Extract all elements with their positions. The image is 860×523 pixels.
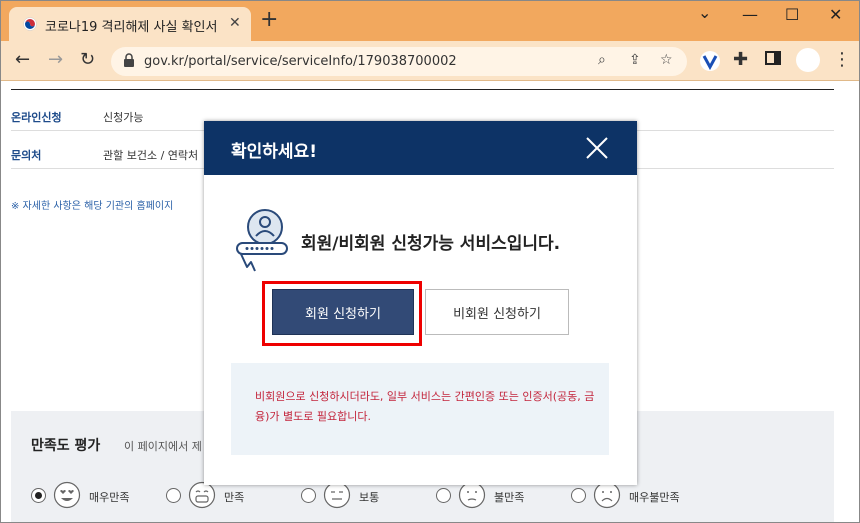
reload-icon[interactable]: ↻ <box>80 49 95 70</box>
info-box: 비회원으로 신청하시더라도, 일부 서비스는 간편인증 또는 인증서(공동, 금… <box>231 363 609 455</box>
bookmark-star-icon[interactable]: ☆ <box>660 52 673 68</box>
tab-close-icon[interactable]: ✕ <box>229 15 241 31</box>
lock-icon <box>124 53 134 67</box>
vpn-extension-icon[interactable] <box>699 50 721 72</box>
unhappy-face-icon <box>458 481 486 509</box>
table-top-border <box>11 89 834 90</box>
rating-label: 만족 <box>224 491 245 504</box>
close-icon[interactable] <box>585 136 609 160</box>
rating-label: 매우불만족 <box>629 491 680 504</box>
tab-strip: 코로나19 격리해제 사실 확인서 ✕ + ⌄ — ☐ ✕ <box>1 1 859 41</box>
zoom-icon[interactable]: ⌕ <box>598 52 606 68</box>
modal-header: 확인하세요! <box>204 121 637 175</box>
rating-label: 보통 <box>359 491 380 504</box>
browser-tab[interactable]: 코로나19 격리해제 사실 확인서 ✕ <box>9 7 251 41</box>
menu-kebab-icon[interactable]: ⋮ <box>833 49 851 70</box>
radio-button[interactable] <box>436 488 451 503</box>
radio-button[interactable] <box>301 488 316 503</box>
user-login-icon <box>236 209 288 272</box>
row-key: 문의처 <box>11 149 42 162</box>
row-value: 관할 보건소 / 연락처 <box>103 149 199 162</box>
new-tab-icon[interactable]: + <box>260 9 278 31</box>
member-apply-button[interactable]: 회원 신청하기 <box>272 289 414 335</box>
chevron-down-icon[interactable]: ⌄ <box>698 3 711 22</box>
forward-icon[interactable]: → <box>48 49 63 70</box>
row-key: 온라인신청 <box>11 111 62 124</box>
maximize-icon[interactable]: ☐ <box>785 5 799 24</box>
side-panel-icon[interactable] <box>765 50 781 66</box>
notice-text: ※ 자세한 사항은 해당 기관의 홈페이지 <box>11 201 174 212</box>
tab-title: 코로나19 격리해제 사실 확인서 <box>45 20 218 35</box>
info-text: 비회원으로 신청하시더라도, 일부 서비스는 간편인증 또는 인증서(공동, 금… <box>255 390 595 423</box>
browser-toolbar: ← → ↻ gov.kr/portal/service/serviceInfo/… <box>1 41 859 81</box>
back-icon[interactable]: ← <box>15 49 30 70</box>
satisfaction-title: 만족도 평가 <box>31 438 101 454</box>
rating-label: 매우만족 <box>89 491 130 504</box>
radio-button[interactable] <box>31 488 46 503</box>
row-value: 신청가능 <box>103 111 144 124</box>
address-bar[interactable]: gov.kr/portal/service/serviceInfo/179038… <box>111 47 687 76</box>
browser-window: 코로나19 격리해제 사실 확인서 ✕ + ⌄ — ☐ ✕ ← → ↻ gov.… <box>0 0 860 523</box>
confirm-modal: 확인하세요! 회원/비회원 신청가능 서비스입니다. 회원 신청하기 비회원 신… <box>204 121 637 485</box>
profile-avatar[interactable] <box>796 48 820 72</box>
modal-title: 확인하세요! <box>231 142 317 162</box>
satisfaction-subtitle: 이 페이지에서 제 <box>124 440 202 453</box>
radio-button[interactable] <box>166 488 181 503</box>
neutral-face-icon <box>323 481 351 509</box>
rating-label: 불만족 <box>494 491 525 504</box>
radio-button[interactable] <box>571 488 586 503</box>
window-close-icon[interactable]: ✕ <box>829 5 842 24</box>
modal-message: 회원/비회원 신청가능 서비스입니다. <box>301 234 561 254</box>
extensions-puzzle-icon[interactable]: ✚ <box>733 49 748 70</box>
frown-face-icon <box>593 481 621 509</box>
heart-eyes-face-icon <box>53 481 81 509</box>
url-text: gov.kr/portal/service/serviceInfo/179038… <box>144 54 457 69</box>
grin-face-icon <box>188 481 216 509</box>
taegeuk-favicon-icon <box>23 17 37 31</box>
guest-apply-button[interactable]: 비회원 신청하기 <box>425 289 569 335</box>
minimize-icon[interactable]: — <box>742 5 758 24</box>
share-icon[interactable]: ⇪ <box>629 52 641 68</box>
